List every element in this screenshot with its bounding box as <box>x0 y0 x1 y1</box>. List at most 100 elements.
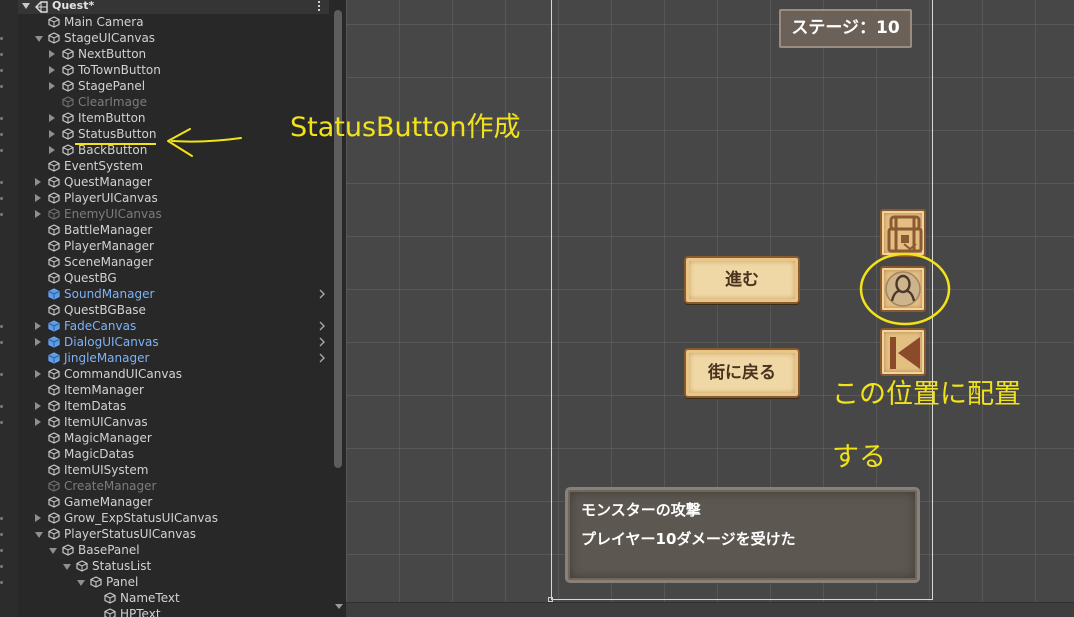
foldout-collapsed-icon[interactable] <box>49 82 55 90</box>
foldout-expanded-icon[interactable] <box>35 532 43 538</box>
hierarchy-item[interactable]: StageUICanvas <box>0 30 329 46</box>
foldout-collapsed-icon[interactable] <box>35 418 41 426</box>
scene-foldout-arrow-icon[interactable] <box>22 3 30 9</box>
hierarchy-item-label: Grow_ExpStatusUICanvas <box>64 511 219 525</box>
hierarchy-item[interactable]: PlayerStatusUICanvas <box>0 526 329 542</box>
prefab-open-chevron-icon[interactable] <box>318 289 326 299</box>
hierarchy-item[interactable]: CreateManager <box>0 478 329 494</box>
hierarchy-item[interactable]: ItemButton <box>0 110 329 126</box>
hierarchy-item-label: ToTownButton <box>78 63 161 77</box>
foldout-collapsed-icon[interactable] <box>35 210 41 218</box>
hierarchy-item[interactable]: FadeCanvas <box>0 318 329 334</box>
gameobject-cube-icon <box>48 304 60 316</box>
foldout-collapsed-icon[interactable] <box>35 514 41 522</box>
scroll-down-arrow-icon[interactable] <box>335 604 343 609</box>
prefab-open-chevron-icon[interactable] <box>318 337 326 347</box>
hierarchy-scrollbar[interactable] <box>330 0 346 617</box>
hierarchy-item-label: MagicDatas <box>64 447 135 461</box>
hierarchy-item[interactable]: HPText <box>0 606 329 617</box>
gameobject-cube-icon <box>48 272 60 284</box>
hierarchy-item[interactable]: CommandUICanvas <box>0 366 329 382</box>
hierarchy-item[interactable]: PlayerManager <box>0 238 329 254</box>
hierarchy-item[interactable]: StatusList <box>0 558 329 574</box>
hierarchy-item-label: BasePanel <box>78 543 140 557</box>
foldout-expanded-icon[interactable] <box>77 580 85 586</box>
prefab-cube-icon <box>48 336 60 348</box>
hierarchy-item[interactable]: QuestBGBase <box>0 302 329 318</box>
hierarchy-item[interactable]: SceneManager <box>0 254 329 270</box>
gameobject-cube-icon <box>48 416 60 428</box>
message-line-2: プレイヤー10ダメージを受けた <box>581 530 796 548</box>
hierarchy-item[interactable]: DialogUICanvas <box>0 334 329 350</box>
hierarchy-item[interactable]: BackButton <box>0 142 329 158</box>
hierarchy-item[interactable]: ItemUICanvas <box>0 414 329 430</box>
hierarchy-item[interactable]: BasePanel <box>0 542 329 558</box>
hierarchy-item[interactable]: NextButton <box>0 46 329 62</box>
hierarchy-item[interactable]: GameManager <box>0 494 329 510</box>
hierarchy-item-label: ItemManager <box>64 383 144 397</box>
hierarchy-item[interactable]: StatusButton <box>0 126 329 142</box>
foldout-collapsed-icon[interactable] <box>49 130 55 138</box>
gameobject-cube-icon <box>48 208 60 220</box>
hierarchy-item[interactable]: ItemManager <box>0 382 329 398</box>
hierarchy-item-label: BattleManager <box>64 223 153 237</box>
hierarchy-item[interactable]: QuestManager <box>0 174 329 190</box>
foldout-collapsed-icon[interactable] <box>49 146 55 154</box>
foldout-collapsed-icon[interactable] <box>35 194 41 202</box>
gameobject-cube-icon <box>48 16 60 28</box>
hierarchy-item[interactable]: StagePanel <box>0 78 329 94</box>
gameobject-cube-icon <box>48 256 60 268</box>
foldout-collapsed-icon[interactable] <box>35 370 41 378</box>
hierarchy-scroll-thumb[interactable] <box>334 10 342 468</box>
hierarchy-item[interactable]: ClearImage <box>0 94 329 110</box>
hierarchy-item[interactable]: Panel <box>0 574 329 590</box>
foldout-collapsed-icon[interactable] <box>35 322 41 330</box>
hierarchy-item[interactable]: ItemUISystem <box>0 462 329 478</box>
hierarchy-item[interactable]: Main Camera <box>0 14 329 30</box>
foldout-collapsed-icon[interactable] <box>35 178 41 186</box>
foldout-collapsed-icon[interactable] <box>49 114 55 122</box>
hierarchy-scene-header[interactable]: Quest* <box>18 0 329 14</box>
status-button[interactable] <box>880 266 926 312</box>
kebab-menu-icon[interactable] <box>318 1 321 12</box>
hierarchy-item[interactable]: MagicDatas <box>0 446 329 462</box>
foldout-collapsed-icon[interactable] <box>35 402 41 410</box>
foldout-collapsed-icon[interactable] <box>49 66 55 74</box>
hierarchy-item[interactable]: QuestBG <box>0 270 329 286</box>
hierarchy-item-label: PlayerStatusUICanvas <box>64 527 196 541</box>
message-line-1: モンスターの攻撃 <box>581 501 701 519</box>
foldout-collapsed-icon[interactable] <box>49 50 55 58</box>
foldout-expanded-icon[interactable] <box>63 564 71 570</box>
hierarchy-item[interactable]: NameText <box>0 590 329 606</box>
gameobject-cube-icon <box>76 560 88 572</box>
hierarchy-item-label: MagicManager <box>64 431 152 445</box>
gameobject-cube-icon <box>48 368 60 380</box>
back-button[interactable] <box>880 328 926 376</box>
foldout-collapsed-icon[interactable] <box>35 338 41 346</box>
hierarchy-item[interactable]: SoundManager <box>0 286 329 302</box>
item-button[interactable] <box>880 209 926 257</box>
foldout-expanded-icon[interactable] <box>35 36 43 42</box>
hierarchy-item[interactable]: EnemyUICanvas <box>0 206 329 222</box>
hierarchy-item[interactable]: ItemDatas <box>0 398 329 414</box>
hierarchy-item[interactable]: Grow_ExpStatusUICanvas <box>0 510 329 526</box>
hierarchy-item[interactable]: BattleManager <box>0 222 329 238</box>
skip-back-icon <box>890 337 920 369</box>
hierarchy-item[interactable]: EventSystem <box>0 158 329 174</box>
foldout-expanded-icon[interactable] <box>49 548 57 554</box>
prefab-open-chevron-icon[interactable] <box>318 353 326 363</box>
person-silhouette-icon <box>885 271 921 307</box>
hierarchy-item[interactable]: PlayerUICanvas <box>0 190 329 206</box>
prefab-open-chevron-icon[interactable] <box>318 321 326 331</box>
hierarchy-item[interactable]: JingleManager <box>0 350 329 366</box>
hierarchy-item[interactable]: MagicManager <box>0 430 329 446</box>
gameobject-cube-icon <box>48 384 60 396</box>
next-button[interactable]: 進む <box>684 256 800 304</box>
to-town-button[interactable]: 街に戻る <box>684 348 800 398</box>
hierarchy-item[interactable]: ToTownButton <box>0 62 329 78</box>
scene-view[interactable]: ステージ：10 進む 街に戻る モンスターの攻撃 プレイヤー10ダメージを受けた <box>346 0 1074 617</box>
hierarchy-item-label: QuestManager <box>64 175 152 189</box>
hierarchy-item-label: QuestBGBase <box>64 303 146 317</box>
gameobject-cube-icon <box>48 512 60 524</box>
stage-panel: ステージ：10 <box>779 9 912 48</box>
